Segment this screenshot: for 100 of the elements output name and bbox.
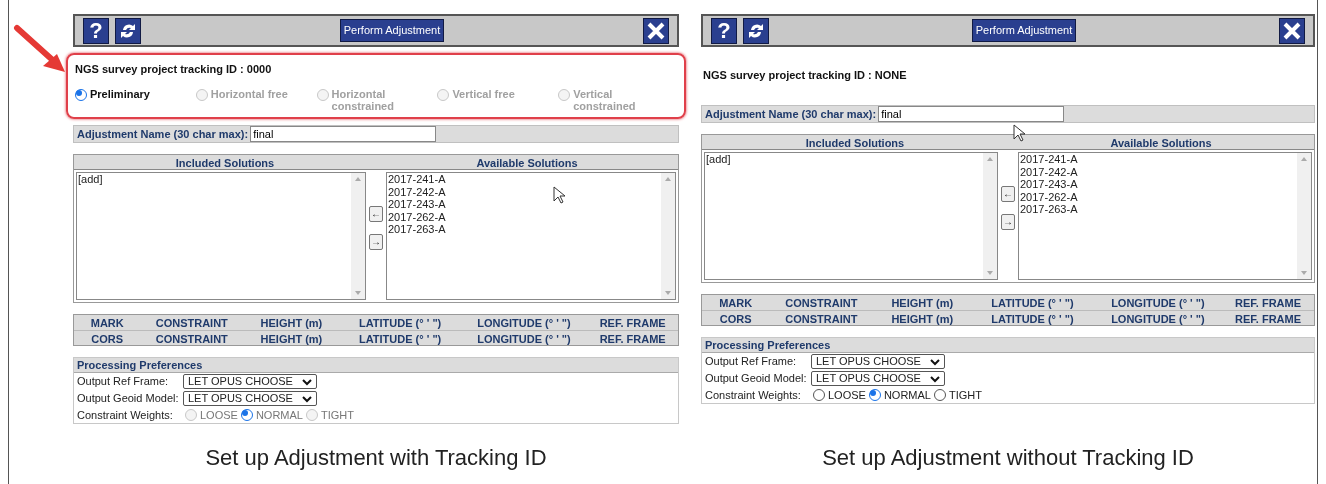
scrollbar[interactable] — [661, 173, 675, 299]
list-item[interactable]: 2017-241-A — [388, 173, 661, 186]
close-icon — [1282, 20, 1302, 41]
help-button[interactable]: ? — [711, 17, 737, 44]
table-header: LONGITUDE (° ' ") — [476, 316, 572, 331]
option-label: NORMAL — [255, 407, 303, 423]
table-header: REF. FRAME — [598, 332, 667, 347]
option-label: Vertical constrained — [573, 87, 637, 112]
list-box[interactable]: 2017-241-A 2017-242-A 2017-243-A 2017-262-A 2017-263-A — [386, 172, 676, 300]
list-box[interactable]: 2017-241-A 2017-242-A 2017-243-A 2017-262-A 2017-263-A — [1018, 152, 1312, 280]
option-label: Preliminary — [90, 87, 150, 100]
table-header: CORS — [718, 312, 753, 327]
table-header: LATITUDE (° ' ") — [358, 332, 443, 347]
perform-adjustment-button[interactable]: Perform Adjustment — [339, 19, 445, 42]
field-label: Constraint Weights: — [705, 387, 802, 403]
table-header: MARK — [89, 316, 125, 331]
table-header: LATITUDE (° ' ") — [990, 296, 1075, 311]
refresh-button[interactable] — [743, 17, 769, 44]
option-label: TIGHT — [948, 387, 982, 403]
list-item[interactable]: 2017-243-A — [388, 198, 661, 211]
column-header: Included Solutions — [174, 156, 276, 171]
dropdown[interactable]: LET OPUS CHOOSE — [183, 391, 317, 406]
option-label: Vertical free — [452, 87, 516, 100]
list-item[interactable]: [add] — [706, 153, 983, 166]
arrow-button[interactable]: → — [369, 234, 383, 250]
caption: Set up Adjustment with Tracking ID — [204, 444, 548, 472]
table-header: CONSTRAINT — [154, 332, 229, 347]
scrollbar[interactable] — [1297, 153, 1311, 279]
tracking-id-label: NGS survey project tracking ID : NONE — [703, 68, 908, 83]
field-label: Constraint Weights: — [77, 407, 174, 423]
option-label: Horizontal free — [210, 87, 289, 100]
option-label: NORMAL — [883, 387, 931, 403]
list-item[interactable]: 2017-262-A — [388, 210, 661, 223]
mouse-cursor-icon — [1013, 124, 1026, 142]
table-header: CORS — [90, 332, 125, 347]
name-field[interactable]: final — [878, 106, 1065, 122]
help-button[interactable]: ? — [83, 17, 109, 44]
field-label: Output Ref Frame: — [705, 354, 798, 370]
table-header: HEIGHT (m) — [890, 296, 955, 311]
close-button[interactable] — [1279, 17, 1305, 44]
radio-button[interactable] — [868, 389, 881, 401]
table-header: HEIGHT (m) — [259, 332, 324, 347]
arrow-button[interactable]: ← — [1001, 186, 1015, 202]
table-header: CONSTRAINT — [784, 296, 859, 311]
arrow-button[interactable]: → — [1001, 214, 1015, 230]
refresh-button[interactable] — [115, 17, 141, 44]
list-box[interactable]: [add] — [76, 172, 366, 300]
column-header: Available Solutions — [1109, 136, 1213, 151]
arrow-button[interactable]: ← — [369, 206, 383, 222]
table-header: LATITUDE (° ' ") — [990, 312, 1075, 327]
section-title: Processing Preferences — [702, 338, 1314, 353]
table-header: LONGITUDE (° ' ") — [1110, 296, 1206, 311]
field-label: Output Geoid Model: — [77, 391, 180, 407]
option-label: Horizontal constrained — [331, 87, 395, 112]
field-label: Output Geoid Model: — [705, 371, 808, 387]
column-header: Available Solutions — [475, 156, 579, 171]
table-header: CONSTRAINT — [154, 316, 229, 331]
list-item[interactable]: 2017-263-A — [1020, 203, 1297, 216]
scrollbar[interactable] — [983, 153, 997, 279]
radio-button[interactable] — [75, 88, 87, 101]
field-label: Output Ref Frame: — [77, 374, 170, 390]
list-item[interactable]: [add] — [78, 173, 351, 186]
table-header: REF. FRAME — [598, 316, 667, 331]
table-header: MARK — [718, 296, 754, 311]
arrow — [13, 24, 67, 74]
column-header: Included Solutions — [804, 136, 906, 151]
close-icon — [646, 20, 666, 41]
table-header: LONGITUDE (° ' ") — [1110, 312, 1206, 327]
radio-button[interactable] — [813, 389, 825, 401]
option-label: TIGHT — [320, 407, 354, 423]
list-item[interactable]: 2017-242-A — [1020, 165, 1297, 178]
table-header: HEIGHT (m) — [890, 312, 955, 327]
list-item[interactable]: 2017-262-A — [1020, 190, 1297, 203]
scrollbar[interactable] — [351, 173, 365, 299]
field-label: Adjustment Name (30 char max): — [77, 126, 249, 142]
tracking-id-label: NGS survey project tracking ID : 0000 — [75, 62, 273, 77]
table-header: HEIGHT (m) — [259, 316, 324, 331]
close-button[interactable] — [643, 17, 669, 44]
option-label: LOOSE — [200, 407, 238, 423]
caption: Set up Adjustment without Tracking ID — [821, 444, 1195, 472]
dropdown[interactable]: LET OPUS CHOOSE — [183, 374, 317, 389]
list-item[interactable]: 2017-263-A — [388, 223, 661, 236]
list-item[interactable]: 2017-243-A — [1020, 178, 1297, 191]
section-title: Processing Preferences — [74, 358, 678, 373]
dropdown[interactable]: LET OPUS CHOOSE — [811, 354, 945, 369]
table-header: CONSTRAINT — [784, 312, 859, 327]
list-item[interactable]: 2017-241-A — [1020, 153, 1297, 166]
list-item[interactable]: 2017-242-A — [388, 185, 661, 198]
mouse-cursor-icon — [553, 186, 566, 204]
perform-adjustment-button[interactable]: Perform Adjustment — [971, 19, 1077, 42]
table-header: LATITUDE (° ' ") — [358, 316, 443, 331]
field-label: Adjustment Name (30 char max): — [705, 106, 877, 122]
option-label: LOOSE — [828, 387, 866, 403]
name-field[interactable]: final — [250, 126, 437, 142]
list-box[interactable]: [add] — [704, 152, 998, 280]
radio-button[interactable] — [933, 389, 946, 401]
dropdown[interactable]: LET OPUS CHOOSE — [811, 371, 945, 386]
table-header: LONGITUDE (° ' ") — [476, 332, 572, 347]
table-header: REF. FRAME — [1234, 296, 1303, 311]
table-header: REF. FRAME — [1234, 312, 1303, 327]
